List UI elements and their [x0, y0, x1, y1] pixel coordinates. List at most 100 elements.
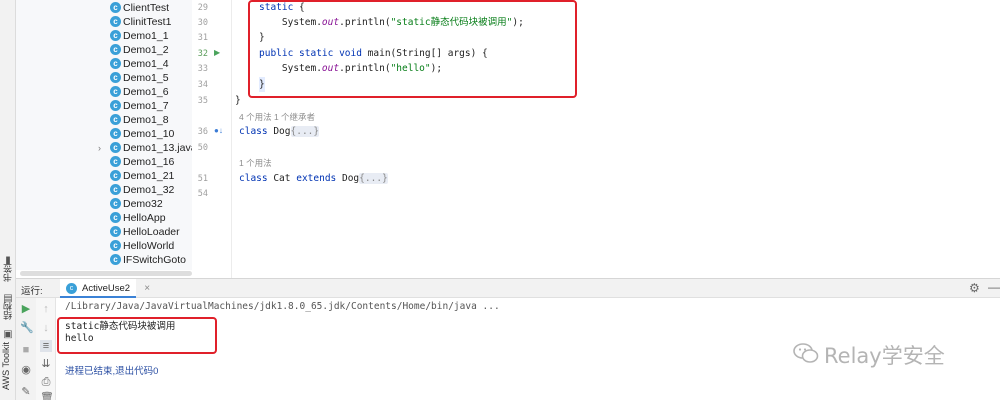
tree-item-label: Demo1_2 — [123, 44, 169, 56]
minimize-icon[interactable]: — — [988, 280, 1000, 294]
class-icon: c — [110, 184, 121, 195]
class-icon: c — [110, 2, 121, 13]
tree-item[interactable]: › c Demo1_13.java — [16, 141, 192, 155]
line-number: 34 — [197, 80, 208, 90]
line-number: 35 — [197, 96, 208, 106]
tab-structure[interactable]: 结构 — [1, 302, 15, 320]
left-tool-strip: ▮ 书签 ▤ 结构 ▣ AWS Toolkit — [0, 0, 16, 400]
tree-item[interactable]: c Demo32 — [16, 197, 192, 211]
class-icon: c — [110, 254, 121, 265]
line-number: 51 — [197, 174, 208, 184]
code-token: Cat — [267, 173, 297, 184]
tree-horizontal-scrollbar[interactable] — [20, 271, 192, 276]
folded-block[interactable]: {...} — [290, 126, 320, 137]
tree-item[interactable]: c Demo1_16 — [16, 155, 192, 169]
tree-item-label: Demo1_21 — [123, 170, 175, 182]
camera-icon[interactable]: ◉ — [20, 364, 32, 376]
arrow-up-icon[interactable]: ↑ — [40, 303, 52, 315]
class-icon: c — [110, 156, 121, 167]
code-editor[interactable]: static { System.out.println("static静态代码块… — [233, 0, 1000, 278]
tree-item[interactable]: c Demo1_4 — [16, 57, 192, 71]
tree-item[interactable]: c IFSwitchGoto — [16, 253, 192, 267]
trash-icon[interactable]: 🗑 — [40, 392, 54, 400]
tree-item[interactable]: c Demo1_32 — [16, 183, 192, 197]
tree-item[interactable]: c HelloLoader — [16, 225, 192, 239]
implemented-gutter-icon[interactable]: ●↓ — [214, 126, 223, 135]
highlight-box-output — [57, 317, 217, 354]
tree-item-label: Demo1_1 — [123, 30, 169, 42]
run-panel-header: 运行: c ActiveUse2 × ⚙ — — [16, 278, 1000, 298]
run-gutter-icon[interactable]: ▶ — [214, 48, 220, 57]
console-command-line: /Library/Java/JavaVirtualMachines/jdk1.8… — [65, 301, 500, 312]
arrow-down-icon[interactable]: ↓ — [40, 322, 52, 334]
class-icon: c — [110, 142, 121, 153]
chevron-right-icon[interactable]: › — [98, 141, 101, 155]
class-icon: c — [110, 86, 121, 97]
tree-item-label: HelloWorld — [123, 240, 175, 252]
aws-icon[interactable]: ▣ — [3, 330, 13, 340]
tree-item[interactable]: c Demo1_6 — [16, 85, 192, 99]
code-token: Dog — [267, 126, 291, 137]
run-panel-label: 运行: — [21, 286, 43, 297]
class-icon: c — [110, 198, 121, 209]
usages-hint[interactable]: 4 个用法 1 个继承者 — [239, 111, 315, 123]
class-icon: c — [110, 30, 121, 41]
tree-item[interactable]: c Demo1_2 — [16, 43, 192, 57]
print-icon[interactable]: ⎙ — [40, 376, 52, 388]
tree-item-label: HelloApp — [123, 212, 166, 224]
class-icon: c — [110, 100, 121, 111]
pin-icon[interactable]: ✎ — [20, 386, 32, 398]
rerun-icon[interactable]: ▶ — [20, 303, 32, 315]
class-icon: c — [110, 226, 121, 237]
soft-wrap-icon[interactable]: ≡ — [40, 340, 52, 352]
usages-hint[interactable]: 1 个用法 — [239, 157, 272, 169]
wechat-icon — [793, 343, 819, 363]
scroll-to-end-icon[interactable]: ⇊ — [40, 358, 52, 370]
tree-item[interactable]: c Demo1_7 — [16, 99, 192, 113]
class-icon: c — [110, 114, 121, 125]
editor-gutter: 29 30 31 ▶ 32 33 34 35 36 ●↓ 50 51 54 — [192, 0, 232, 278]
tree-item[interactable]: c ClientTest — [16, 1, 192, 15]
tree-item[interactable]: c Demo1_1 — [16, 29, 192, 43]
tree-item[interactable]: c Demo1_21 — [16, 169, 192, 183]
class-icon: c — [66, 283, 77, 294]
close-icon[interactable]: × — [144, 279, 150, 298]
code-token: class — [239, 126, 268, 137]
class-icon: c — [110, 128, 121, 139]
tree-item[interactable]: c HelloApp — [16, 211, 192, 225]
run-tab-title: ActiveUse2 — [82, 283, 131, 294]
tree-item[interactable]: c Demo1_10 — [16, 127, 192, 141]
tree-item[interactable]: c ClinitTest1 — [16, 15, 192, 29]
tab-run-configuration[interactable]: c ActiveUse2 × — [60, 279, 150, 298]
tab-bookmarks[interactable]: 书签 — [1, 264, 15, 282]
tree-item[interactable]: c HelloWorld — [16, 239, 192, 253]
project-tree: c ClientTest c ClinitTest1 c Demo1_1 c Demo1… — [16, 0, 192, 270]
code-line-35: } — [235, 95, 241, 106]
code-line-51: class Cat extends Dog{...} — [239, 171, 388, 186]
line-number: 54 — [197, 189, 208, 199]
tree-item-label: ClinitTest1 — [123, 16, 172, 28]
line-number: 31 — [197, 33, 208, 43]
stop-icon[interactable]: ■ — [20, 344, 32, 356]
highlight-box-code — [248, 0, 577, 98]
gear-icon[interactable]: ⚙ — [969, 281, 980, 295]
code-token: Dog — [336, 173, 360, 184]
code-token: extends — [296, 173, 337, 184]
class-icon: c — [110, 240, 121, 251]
code-token: class — [239, 173, 268, 184]
tree-item[interactable]: c Demo1_5 — [16, 71, 192, 85]
tab-aws-toolkit[interactable]: AWS Toolkit — [1, 342, 15, 390]
folded-block[interactable]: {...} — [359, 173, 388, 184]
console-exit-line: 进程已结束,退出代码0 — [65, 366, 159, 377]
line-number: 30 — [197, 18, 208, 28]
tree-item[interactable]: c Demo1_8 — [16, 113, 192, 127]
tree-item-label: Demo1_6 — [123, 86, 169, 98]
watermark-text: Relay学安全 — [824, 344, 945, 368]
class-icon: c — [110, 58, 121, 69]
wrench-icon[interactable]: 🔧 — [20, 322, 34, 334]
tree-item-label: Demo32 — [123, 198, 163, 210]
tree-item-label: Demo1_32 — [123, 184, 175, 196]
class-icon: c — [110, 44, 121, 55]
tree-item-label: Demo1_10 — [123, 128, 175, 140]
class-icon: c — [110, 170, 121, 181]
